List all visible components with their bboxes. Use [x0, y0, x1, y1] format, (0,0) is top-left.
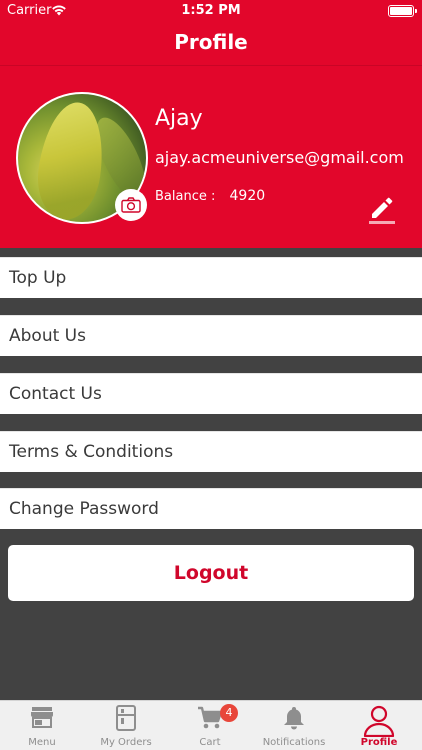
menu-item-contact-us[interactable]: Contact Us: [0, 373, 422, 414]
orders-icon: [116, 705, 136, 731]
camera-icon: [121, 197, 141, 213]
profile-name: Ajay: [155, 106, 203, 131]
menu-item-label: Terms & Conditions: [9, 442, 174, 462]
logout-label: Logout: [173, 562, 249, 584]
menu-item-label: About Us: [9, 326, 86, 346]
pencil-icon: [369, 197, 395, 224]
tab-label: Profile: [360, 737, 398, 748]
balance-label: Balance :: [155, 189, 216, 204]
menu-item-top-up[interactable]: Top Up: [0, 257, 422, 298]
edit-profile-button[interactable]: [368, 194, 396, 224]
tab-label: Notifications: [262, 737, 326, 748]
tab-label: My Orders: [100, 737, 152, 748]
tab-cart[interactable]: 4 Cart: [168, 701, 252, 750]
tab-label: Menu: [28, 737, 56, 748]
nav-bar: Profile: [0, 22, 422, 66]
person-icon: [363, 705, 395, 737]
tab-my-orders[interactable]: My Orders: [84, 701, 168, 750]
tab-notifications[interactable]: Notifications: [252, 701, 336, 750]
menu-item-label: Top Up: [9, 268, 67, 288]
menu-item-label: Contact Us: [9, 384, 102, 404]
avatar-photo-leaf: [32, 98, 110, 222]
tab-profile[interactable]: Profile: [336, 701, 422, 750]
logout-button[interactable]: Logout: [8, 545, 414, 601]
tab-bar: Menu My Orders 4 Cart Notifications Prof…: [0, 700, 422, 750]
store-icon: [31, 707, 53, 728]
menu-item-terms-conditions[interactable]: Terms & Conditions: [0, 431, 422, 472]
change-photo-button[interactable]: [115, 189, 147, 221]
menu-item-label: Change Password: [9, 499, 159, 519]
tab-label: Cart: [199, 737, 221, 748]
battery-icon: [388, 5, 417, 17]
status-bar: Carrier 1:52 PM: [0, 0, 422, 22]
menu-item-about-us[interactable]: About Us: [0, 315, 422, 356]
profile-email: ajay.acmeuniverse@gmail.com: [155, 148, 404, 167]
balance-row: Balance : 4920: [155, 188, 265, 204]
cart-count-badge: 4: [220, 704, 238, 722]
profile-header: Ajay ajay.acmeuniverse@gmail.com Balance…: [0, 66, 422, 248]
tab-menu[interactable]: Menu: [0, 701, 84, 750]
status-time: 1:52 PM: [181, 3, 241, 18]
balance-value: 4920: [229, 188, 266, 204]
bell-icon: [284, 707, 304, 730]
menu-item-change-password[interactable]: Change Password: [0, 488, 422, 529]
page-title: Profile: [174, 30, 248, 54]
